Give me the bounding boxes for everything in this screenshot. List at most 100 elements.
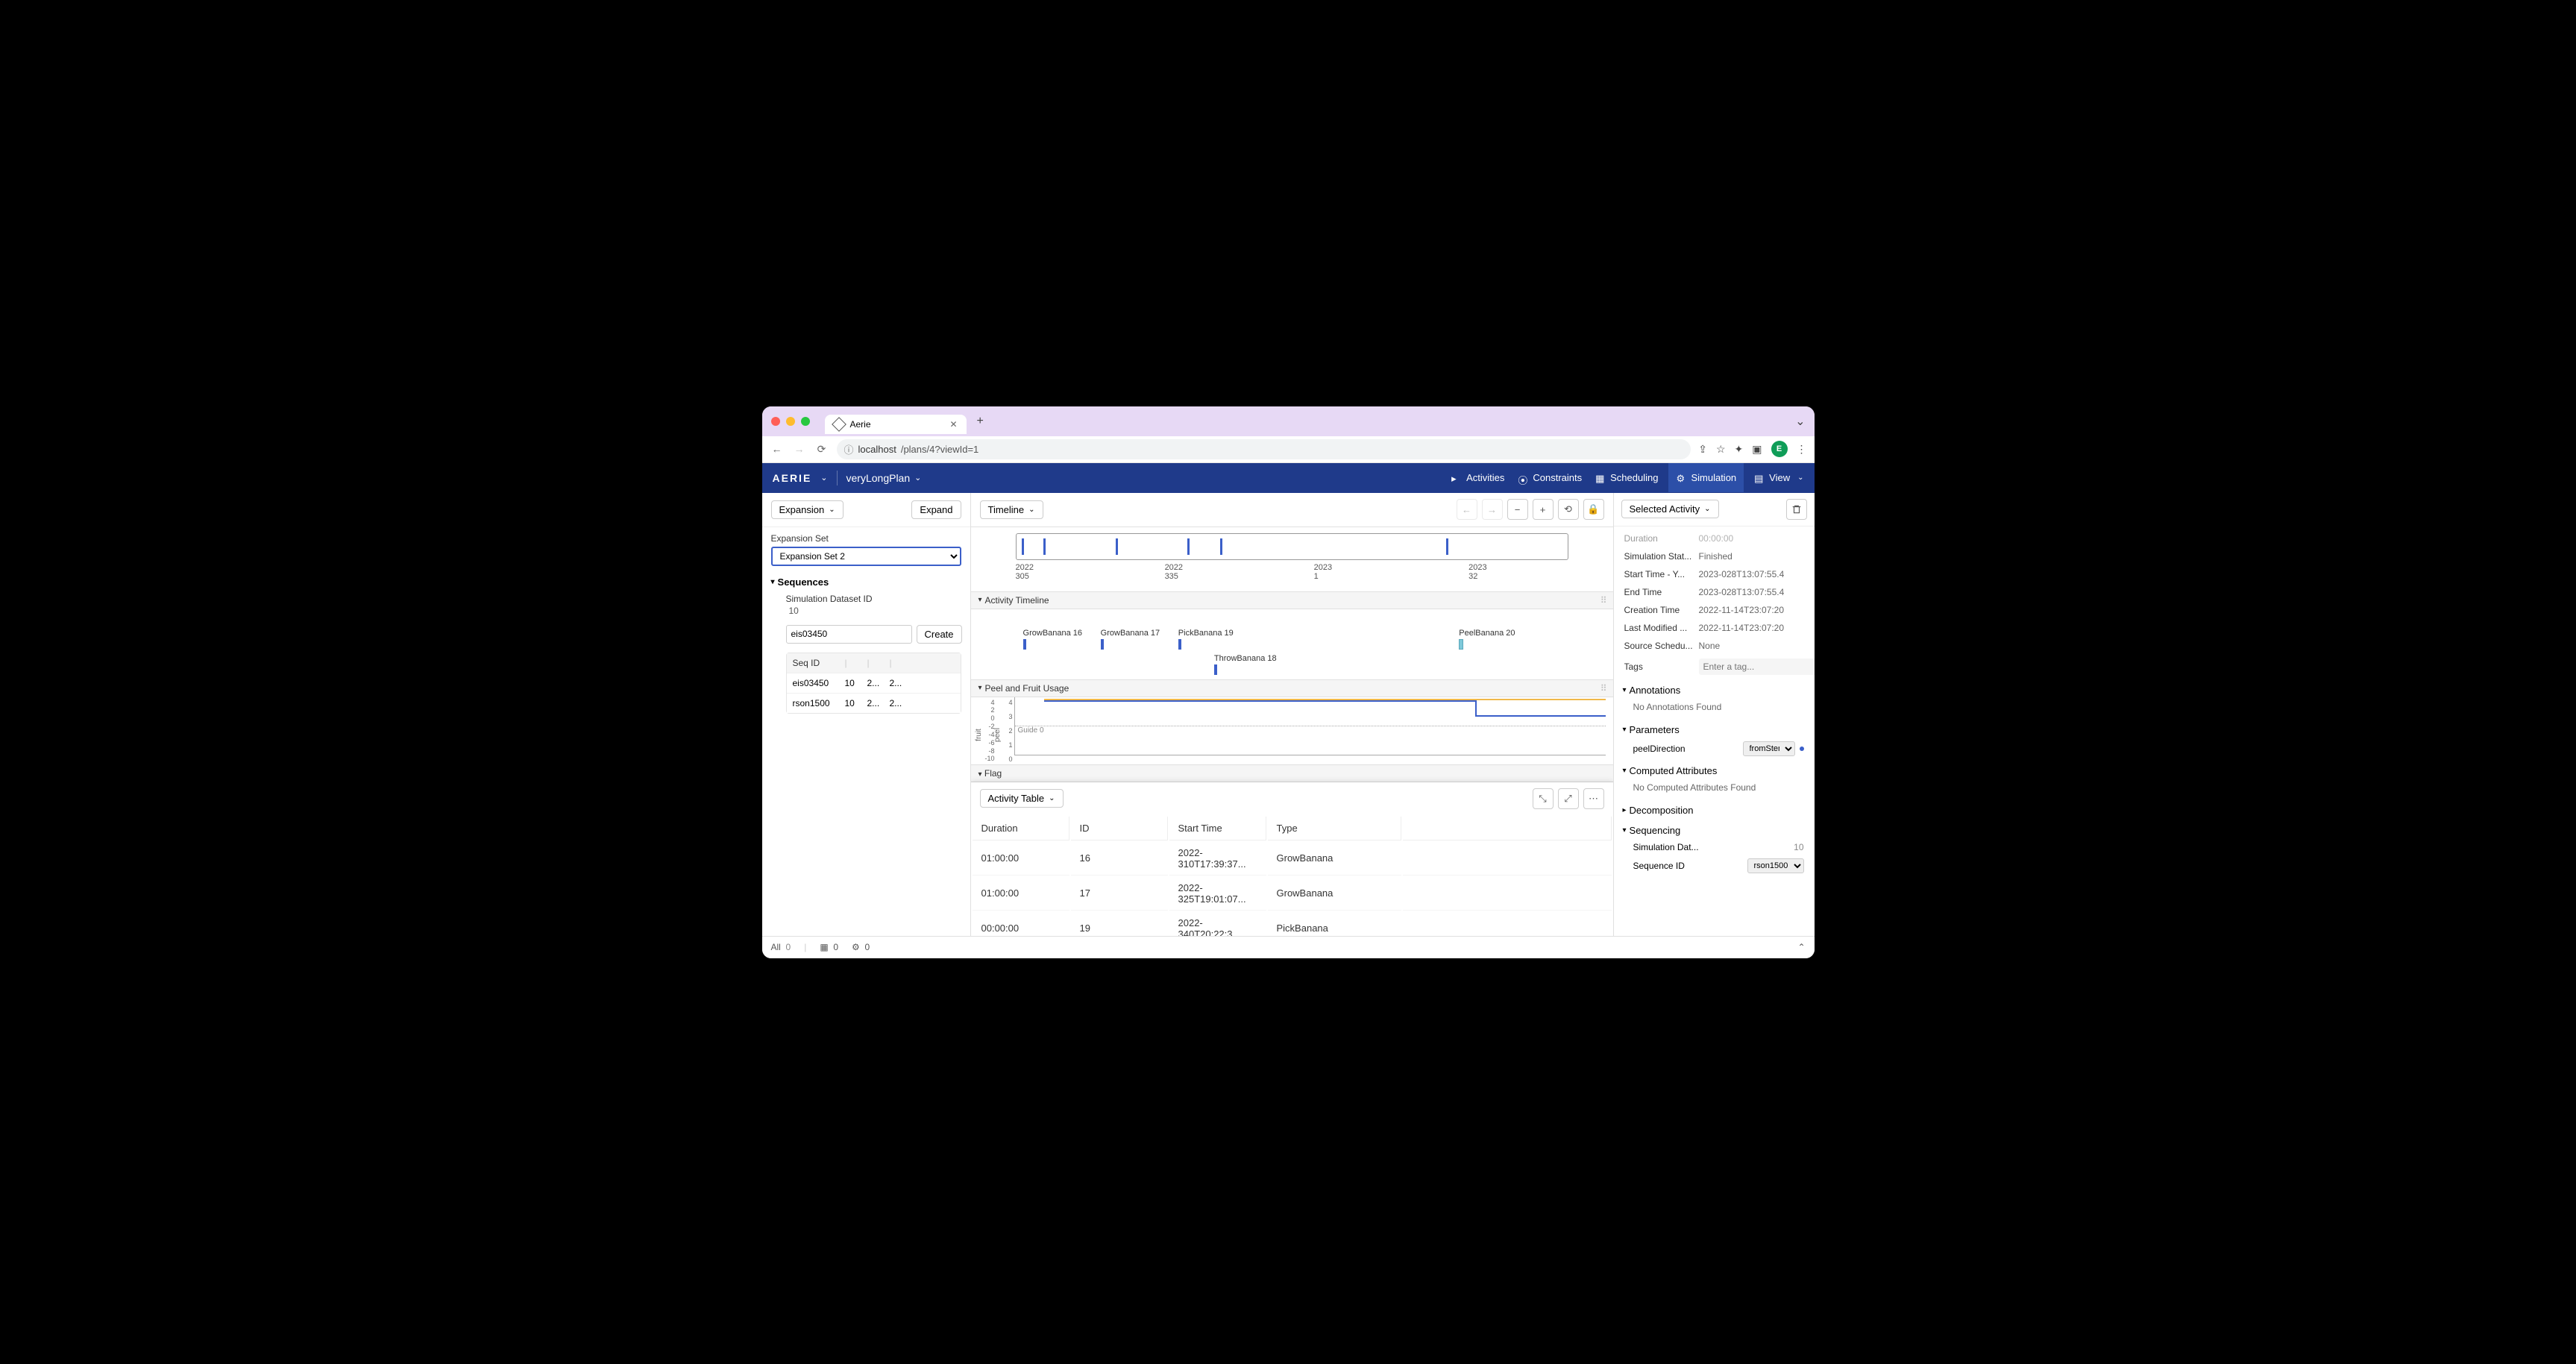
sequence-row[interactable]: eis03450102...2... xyxy=(787,673,961,694)
param-value-select[interactable]: fromStem xyxy=(1743,741,1795,756)
drag-handle-icon[interactable]: ⠿ xyxy=(1600,595,1606,606)
create-sequence-button[interactable]: Create xyxy=(917,625,962,644)
new-tab-button[interactable]: + xyxy=(977,415,984,428)
drag-handle-icon[interactable]: ⠿ xyxy=(1600,683,1606,694)
refresh-button[interactable]: ⟲ xyxy=(1558,499,1579,520)
extensions-icon[interactable]: ✦ xyxy=(1735,443,1744,456)
col-id[interactable]: ID xyxy=(1071,817,1168,840)
axis-tick: 202332 xyxy=(1468,563,1486,581)
sequence-id-select[interactable]: rson1500 xyxy=(1747,858,1804,873)
expand-status-icon[interactable]: ⌃ xyxy=(1797,942,1805,952)
close-tab-icon[interactable]: ✕ xyxy=(949,419,957,430)
left-panel: Expansion ⌄ Expand Expansion Set Expansi… xyxy=(762,493,971,936)
nav-view[interactable]: ▤View⌄ xyxy=(1754,472,1803,483)
timeline-forward-button[interactable]: → xyxy=(1482,499,1503,520)
lock-button[interactable]: 🔒 xyxy=(1583,499,1604,520)
chevron-down-icon: ⌄ xyxy=(1797,474,1803,482)
expansion-set-select[interactable]: Expansion Set 2 xyxy=(771,547,961,566)
nav-scheduling[interactable]: ▦Scheduling xyxy=(1595,472,1658,483)
sequence-id-input[interactable] xyxy=(786,625,912,644)
expand-button[interactable]: Expand xyxy=(911,500,961,519)
peel-step xyxy=(1475,700,1477,715)
nav-reload-icon[interactable]: ⟳ xyxy=(814,443,829,456)
left-panel-selector[interactable]: Expansion ⌄ xyxy=(771,500,844,519)
tab-favicon xyxy=(832,417,846,432)
sequence-row[interactable]: rson1500102...2... xyxy=(787,694,961,713)
browser-menu-icon[interactable]: ⋮ xyxy=(1797,443,1807,456)
center-panel-selector[interactable]: Timeline ⌄ xyxy=(980,500,1043,519)
nav-constraints[interactable]: ⦿Constraints xyxy=(1518,472,1582,483)
nav-forward-icon[interactable]: → xyxy=(792,443,807,455)
view-icon: ▤ xyxy=(1754,473,1765,483)
url-input[interactable]: ⓘ localhost/plans/4?viewId=1 xyxy=(837,439,1691,459)
table-panel-selector[interactable]: Activity Table ⌄ xyxy=(980,789,1064,808)
tags-input[interactable] xyxy=(1699,659,1815,675)
decomposition-section[interactable]: ▸Decomposition xyxy=(1614,799,1815,819)
activity-item[interactable]: PickBanana 19 xyxy=(1178,629,1234,650)
flag-row-header[interactable]: ▾ Flag xyxy=(971,764,1613,782)
peel-line-2 xyxy=(1475,715,1605,717)
timeline-minimap[interactable] xyxy=(1016,533,1568,560)
tabs-overflow-icon[interactable]: ⌄ xyxy=(1795,414,1805,429)
zoom-in-button[interactable]: + xyxy=(1533,499,1554,520)
sequences-section-header[interactable]: ▾Sequences xyxy=(762,572,970,592)
table-row[interactable]: 01:00:00172022-325T19:01:07...GrowBanana xyxy=(973,877,1612,911)
plan-selector[interactable]: veryLongPlan ⌄ xyxy=(846,472,922,484)
status-all[interactable]: All 0 xyxy=(771,942,791,952)
chevron-down-icon: ▾ xyxy=(1623,767,1627,775)
browser-tab[interactable]: Aerie ✕ xyxy=(825,415,967,434)
window-close-icon[interactable] xyxy=(771,417,780,426)
zoom-out-button[interactable]: − xyxy=(1507,499,1528,520)
chevron-down-icon: ▾ xyxy=(1623,726,1627,734)
expand-button[interactable]: ⤢ xyxy=(1558,788,1579,809)
parameters-section[interactable]: ▾Parameters xyxy=(1614,718,1815,738)
nav-activities[interactable]: ▸Activities xyxy=(1451,472,1504,483)
tags-label: Tags xyxy=(1624,661,1699,672)
activity-timeline-header[interactable]: ▾Activity Timeline⠿ xyxy=(971,591,1613,609)
activity-item[interactable]: GrowBanana 16 xyxy=(1023,629,1083,650)
sequencing-section[interactable]: ▾Sequencing xyxy=(1614,819,1815,839)
activity-item[interactable]: ThrowBanana 18 xyxy=(1214,654,1277,675)
col-type[interactable]: Type xyxy=(1268,817,1401,840)
chevron-down-icon: ▾ xyxy=(771,578,775,586)
delete-button[interactable] xyxy=(1786,499,1807,520)
table-row[interactable]: 01:00:00162022-310T17:39:37...GrowBanana xyxy=(973,842,1612,876)
guide-0-line[interactable]: Guide 0 xyxy=(1015,726,1606,735)
property-row: Simulation Stat...Finished xyxy=(1614,547,1815,565)
share-icon[interactable]: ⇪ xyxy=(1698,443,1707,456)
activity-timeline-row[interactable]: GrowBanana 16 GrowBanana 17 PickBanana 19 T… xyxy=(993,609,1591,679)
sequence-id-label: Sequence ID xyxy=(1633,861,1743,871)
more-button[interactable]: ⋯ xyxy=(1583,788,1604,809)
timeline-back-button[interactable]: ← xyxy=(1457,499,1477,520)
col-start[interactable]: Start Time xyxy=(1169,817,1266,840)
status-errors[interactable]: ⚙ 0 xyxy=(852,942,870,952)
window-traffic-lights xyxy=(771,417,810,426)
activity-item[interactable]: PeelBanana 20 xyxy=(1459,629,1515,650)
chevron-down-icon: ▾ xyxy=(1623,686,1627,694)
chevron-down-icon: ▾ xyxy=(978,596,982,604)
panel-icon[interactable]: ▣ xyxy=(1752,443,1762,456)
col-duration[interactable]: Duration xyxy=(973,817,1069,840)
peel-fruit-header[interactable]: ▾Peel and Fruit Usage⠿ xyxy=(971,679,1613,697)
profile-avatar[interactable]: E xyxy=(1771,441,1788,457)
param-modified-icon xyxy=(1800,747,1804,751)
annotations-empty: No Annotations Found xyxy=(1614,699,1815,718)
nav-back-icon[interactable]: ← xyxy=(770,443,785,455)
nav-simulation[interactable]: ⚙Simulation xyxy=(1668,463,1744,492)
window-zoom-icon[interactable] xyxy=(801,417,810,426)
collapse-button[interactable]: ⤡ xyxy=(1533,788,1554,809)
window-minimize-icon[interactable] xyxy=(786,417,795,426)
chart-plot-area[interactable]: Guide 0 xyxy=(1014,697,1606,755)
app-logo[interactable]: AERIE xyxy=(773,472,812,484)
app-menu-chevron-icon[interactable]: ⌄ xyxy=(820,473,827,483)
constraints-icon: ⦿ xyxy=(1518,473,1528,483)
table-row[interactable]: 00:00:00192022-340T20:22:3...PickBanana xyxy=(973,912,1612,936)
status-calendar[interactable]: ▦ 0 xyxy=(820,942,838,952)
bookmark-icon[interactable]: ☆ xyxy=(1716,443,1726,456)
site-info-icon[interactable]: ⓘ xyxy=(844,442,854,456)
right-panel-selector[interactable]: Selected Activity ⌄ xyxy=(1621,500,1719,518)
computed-attrs-section[interactable]: ▾Computed Attributes xyxy=(1614,759,1815,779)
col-empty xyxy=(1403,817,1612,840)
annotations-section[interactable]: ▾Annotations xyxy=(1614,679,1815,699)
activity-item[interactable]: GrowBanana 17 xyxy=(1101,629,1160,650)
